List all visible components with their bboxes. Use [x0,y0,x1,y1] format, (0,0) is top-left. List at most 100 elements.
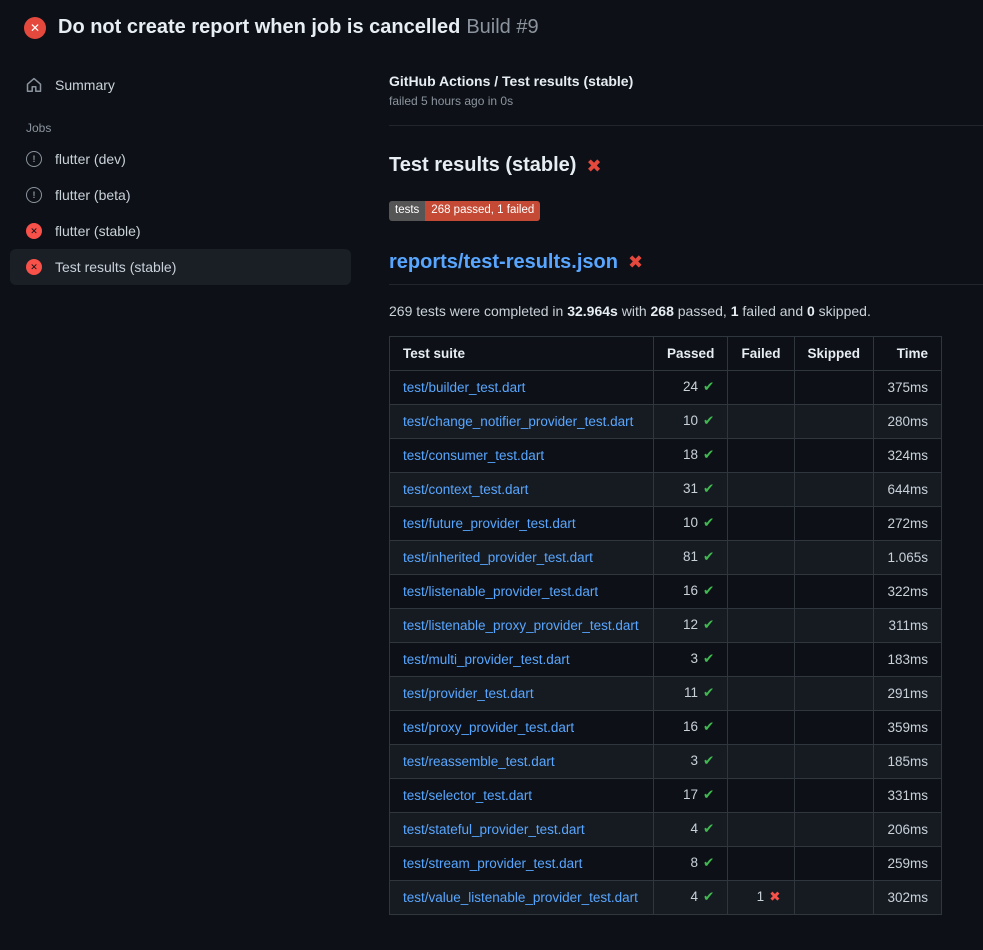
test-suite-link[interactable]: test/proxy_provider_test.dart [403,720,574,735]
test-suite-link[interactable]: test/builder_test.dart [403,380,525,395]
test-suite-cell: test/change_notifier_provider_test.dart [390,404,654,438]
skipped-cell [794,846,874,880]
failed-cell [728,744,794,778]
column-header-passed: Passed [654,336,728,370]
table-row: test/context_test.dart31✔644ms [390,472,942,506]
passed-cell: 3✔ [654,744,728,778]
check-icon: ✔ [703,583,714,598]
table-row: test/multi_provider_test.dart3✔183ms [390,642,942,676]
time-cell: 259ms [874,846,942,880]
passed-cell: 17✔ [654,778,728,812]
passed-cell: 31✔ [654,472,728,506]
failed-cell [728,540,794,574]
table-header-row: Test suite Passed Failed Skipped Time [390,336,942,370]
sidebar-item-label: flutter (stable) [55,223,141,239]
test-suite-link[interactable]: test/listenable_provider_test.dart [403,584,598,599]
test-suite-cell: test/context_test.dart [390,472,654,506]
skipped-cell [794,676,874,710]
passed-cell: 81✔ [654,540,728,574]
test-suite-cell: test/stateful_provider_test.dart [390,812,654,846]
test-suite-link[interactable]: test/reassemble_test.dart [403,754,555,769]
test-suite-link[interactable]: test/consumer_test.dart [403,448,544,463]
test-suite-cell: test/proxy_provider_test.dart [390,710,654,744]
check-icon: ✔ [703,515,714,530]
divider [389,125,983,126]
skipped-cell [794,778,874,812]
test-suite-link[interactable]: test/context_test.dart [403,482,528,497]
skipped-cell [794,438,874,472]
test-suite-link[interactable]: test/stateful_provider_test.dart [403,822,585,837]
x-circle-icon: ✕ [26,223,42,239]
column-header-test-suite: Test suite [390,336,654,370]
passed-cell: 16✔ [654,710,728,744]
skipped-cell [794,880,874,914]
failed-cross-icon: ✖ [628,253,643,271]
run-meta: failed 5 hours ago in 0s [389,94,983,108]
time-cell: 291ms [874,676,942,710]
test-suite-link[interactable]: test/inherited_provider_test.dart [403,550,593,565]
x-circle-icon: ✕ [26,259,42,275]
table-row: test/value_listenable_provider_test.dart… [390,880,942,914]
check-title: Test results (stable) [389,154,576,177]
time-cell: 359ms [874,710,942,744]
time-cell: 183ms [874,642,942,676]
failed-cross-icon: ✖ [586,157,601,175]
report-file-link[interactable]: reports/test-results.json [389,251,618,274]
table-row: test/reassemble_test.dart3✔185ms [390,744,942,778]
failed-cell [728,404,794,438]
table-row: test/inherited_provider_test.dart81✔1.06… [390,540,942,574]
failed-cell [728,676,794,710]
test-suite-link[interactable]: test/stream_provider_test.dart [403,856,582,871]
check-icon: ✔ [703,413,714,428]
table-row: test/stateful_provider_test.dart4✔206ms [390,812,942,846]
time-cell: 302ms [874,880,942,914]
sidebar-item-job[interactable]: ✕Test results (stable) [10,249,351,285]
failed-cell [728,710,794,744]
skipped-cell [794,506,874,540]
check-icon: ✔ [703,651,714,666]
check-icon: ✔ [703,549,714,564]
skipped-cell [794,710,874,744]
build-number: Build #9 [466,16,538,38]
table-row: test/listenable_provider_test.dart16✔322… [390,574,942,608]
home-icon [26,77,42,93]
sidebar-item-job[interactable]: !flutter (dev) [10,141,351,177]
tests-status-badge: tests268 passed, 1 failed [389,201,540,221]
failed-cell [728,438,794,472]
passed-cell: 10✔ [654,404,728,438]
test-suite-cell: test/inherited_provider_test.dart [390,540,654,574]
check-icon: ✔ [703,821,714,836]
sidebar-item-job[interactable]: !flutter (beta) [10,177,351,213]
column-header-failed: Failed [728,336,794,370]
skipped-cell [794,574,874,608]
check-icon: ✔ [703,787,714,802]
column-header-time: Time [874,336,942,370]
test-suite-link[interactable]: test/value_listenable_provider_test.dart [403,890,638,905]
test-suite-link[interactable]: test/future_provider_test.dart [403,516,576,531]
sidebar-item-summary[interactable]: Summary [10,67,351,103]
table-row: test/selector_test.dart17✔331ms [390,778,942,812]
test-suite-link[interactable]: test/provider_test.dart [403,686,534,701]
column-header-skipped: Skipped [794,336,874,370]
time-cell: 272ms [874,506,942,540]
test-suite-link[interactable]: test/change_notifier_provider_test.dart [403,414,633,429]
test-suite-cell: test/multi_provider_test.dart [390,642,654,676]
check-icon: ✔ [703,753,714,768]
main-content: GitHub Actions / Test results (stable) f… [361,53,983,915]
test-suite-link[interactable]: test/multi_provider_test.dart [403,652,570,667]
test-suite-cell: test/builder_test.dart [390,370,654,404]
passed-cell: 8✔ [654,846,728,880]
jobs-list: !flutter (dev)!flutter (beta) ✕ flutter (s… [10,141,351,285]
sidebar-item-job[interactable]: ✕ flutter (stable) [10,213,351,249]
check-icon: ✔ [703,481,714,496]
skipped-cell [794,540,874,574]
time-cell: 375ms [874,370,942,404]
skipped-cell [794,370,874,404]
skipped-cell [794,608,874,642]
test-suite-link[interactable]: test/selector_test.dart [403,788,532,803]
check-icon: ✔ [703,379,714,394]
test-suite-cell: test/listenable_provider_test.dart [390,574,654,608]
failed-cell [728,778,794,812]
skipped-cell [794,472,874,506]
test-suite-link[interactable]: test/listenable_proxy_provider_test.dart [403,618,639,633]
